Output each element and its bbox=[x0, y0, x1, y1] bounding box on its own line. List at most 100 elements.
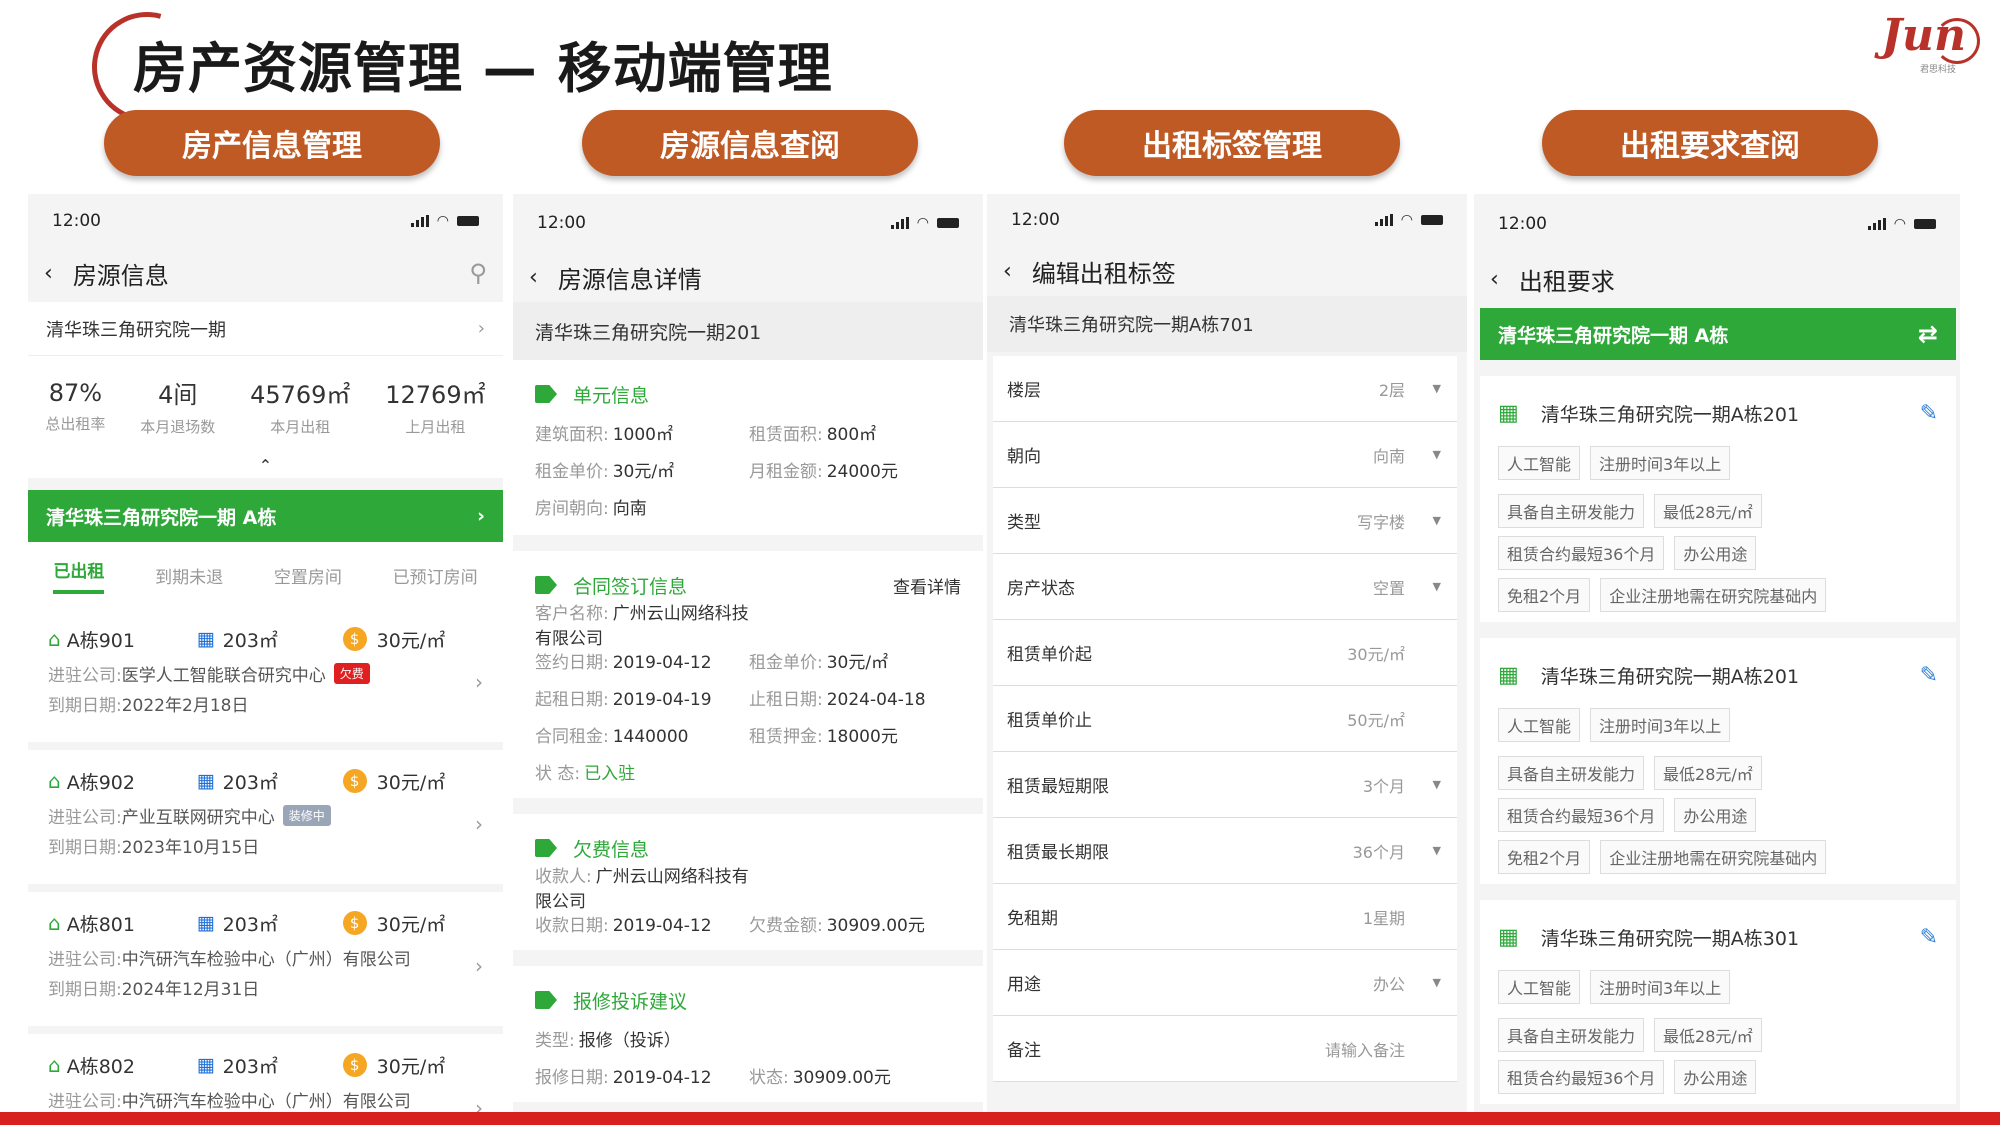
tag-field-value: 30元/㎡ bbox=[1347, 644, 1405, 664]
chip-row: 租赁合约最短36个月 办公用途 bbox=[1498, 536, 1938, 570]
tag-field[interactable]: 租赁最短期限 3个月 ▼ bbox=[993, 752, 1457, 818]
requirement-chip: 企业注册地需在研究院基础内 bbox=[1600, 578, 1827, 612]
tab-expired[interactable]: 到期未退 bbox=[155, 563, 223, 588]
area-icon: ▦ bbox=[196, 628, 215, 650]
signal-icon bbox=[890, 217, 909, 229]
field-label: 建筑面积: bbox=[535, 425, 609, 445]
tag-field[interactable]: 朝向 向南 ▼ bbox=[993, 422, 1457, 488]
field-row: 建筑面积: 1000㎡ 租赁面积: 800㎡ bbox=[535, 414, 961, 451]
tab-vacant[interactable]: 空置房间 bbox=[274, 563, 342, 588]
field-label: 合同租金: bbox=[535, 727, 609, 747]
nav-bar: ‹ 房源信息 ⚲ bbox=[28, 248, 503, 298]
unit-number: A栋801 bbox=[66, 913, 135, 936]
phone-listing-detail: 12:00 ◠ ‹ 房源信息详情 清华珠三角研究院一期201 单元信息 建筑面积… bbox=[513, 194, 983, 1112]
tag-field[interactable]: 免租期 1星期 bbox=[993, 884, 1457, 950]
switch-icon[interactable]: ⇄ bbox=[1918, 320, 1938, 348]
tag-field-label: 房产状态 bbox=[1007, 579, 1075, 599]
tag-field[interactable]: 租赁单价起 30元/㎡ bbox=[993, 620, 1457, 686]
field-label: 状态: bbox=[749, 1068, 789, 1088]
company-label: 进驻公司: bbox=[48, 1091, 122, 1112]
requirement-card[interactable]: ▦ 清华珠三角研究院一期A栋201 ✎ 人工智能 注册时间3年以上 具备自主研发能力 最低2… bbox=[1480, 376, 1956, 622]
battery-icon bbox=[457, 216, 479, 226]
field-row: 合同租金: 1440000 租赁押金: 18000元 bbox=[535, 716, 961, 753]
field-row: 客户名称: 广州云山网络科技有限公司 bbox=[535, 604, 961, 649]
requirement-card[interactable]: ▦ 清华珠三角研究院一期A栋301 ✎ 人工智能 注册时间3年以上 具备自主研发能力 最低2… bbox=[1480, 900, 1956, 1104]
tag-field[interactable]: 房产状态 空置 ▼ bbox=[993, 554, 1457, 620]
field-value: 1440000 bbox=[612, 727, 689, 747]
tag-field[interactable]: 租赁单价止 50元/㎡ bbox=[993, 686, 1457, 752]
unit-number: A栋901 bbox=[66, 629, 135, 652]
field-row: 报修日期: 2019-04-12 状态: 30909.00元 bbox=[535, 1057, 961, 1094]
signal-icon bbox=[1374, 214, 1393, 226]
unit-card[interactable]: ⌂ A栋902 ▦ 203㎡ $30元/㎡ 进驻公司: 产业互联网研究中心 装修中 到期日期: 2… bbox=[28, 750, 503, 884]
stat-item: 45769㎡ 本月出租 bbox=[250, 381, 351, 436]
unit-card[interactable]: ⌂ A栋901 ▦ 203㎡ $30元/㎡ 进驻公司: 医学人工智能联合研究中心 欠费 到期日期… bbox=[28, 608, 503, 742]
requirement-room: 清华珠三角研究院一期A栋301 bbox=[1540, 927, 1800, 950]
tab-reserved[interactable]: 已预订房间 bbox=[393, 563, 478, 588]
chip-row: 免租2个月 企业注册地需在研究院基础内 bbox=[1498, 840, 1938, 874]
field-label: 租金单价: bbox=[535, 462, 609, 482]
edit-icon[interactable]: ✎ bbox=[1920, 925, 1938, 950]
field-label: 租金单价: bbox=[749, 653, 823, 673]
project-selector[interactable]: 清华珠三角研究院一期 › bbox=[28, 302, 503, 356]
tag-field-label: 用途 bbox=[1007, 975, 1041, 995]
unit-card[interactable]: ⌂ A栋802 ▦ 203㎡ $30元/㎡ 进驻公司: 中汽研汽车检验中心（广州）有限公司 › bbox=[28, 1034, 503, 1112]
chip-row: 具备自主研发能力 最低28元/㎡ bbox=[1498, 756, 1938, 790]
requirement-chip: 注册时间3年以上 bbox=[1590, 446, 1731, 480]
dropdown-arrow-icon: ▼ bbox=[1432, 514, 1441, 527]
requirement-header: ▦ 清华珠三角研究院一期A栋201 ✎ bbox=[1498, 650, 1938, 700]
unit-area: 203㎡ bbox=[222, 913, 278, 936]
back-icon[interactable]: ‹ bbox=[44, 261, 53, 286]
phone-rental-requirements: 12:00 ◠ ‹ 出租要求 清华珠三角研究院一期 A栋 ⇄ ▦ 清华珠三角研究院一… bbox=[1474, 194, 1960, 1112]
tag-field[interactable]: 备注 请输入备注 bbox=[993, 1016, 1457, 1082]
tag-field-value: 50元/㎡ bbox=[1347, 710, 1405, 730]
requirement-chip: 企业注册地需在研究院基础内 bbox=[1600, 840, 1827, 874]
company-label: 进驻公司: bbox=[48, 949, 122, 970]
due-date-label: 到期日期: bbox=[48, 695, 122, 716]
field-label: 房间朝向: bbox=[535, 499, 609, 519]
tag-field-label: 朝向 bbox=[1007, 447, 1041, 467]
tag-field[interactable]: 楼层 2层 ▼ bbox=[993, 356, 1457, 422]
wifi-icon: ◠ bbox=[436, 213, 449, 229]
page-title: 编辑出租标签 bbox=[1031, 259, 1176, 288]
field-label: 欠费金额: bbox=[749, 916, 823, 936]
tab-rented[interactable]: 已出租 bbox=[53, 557, 105, 594]
tag-field[interactable]: 用途 办公 ▼ bbox=[993, 950, 1457, 1016]
dropdown-arrow-icon: ▼ bbox=[1432, 844, 1441, 857]
field-row: 房间朝向: 向南 bbox=[535, 488, 961, 525]
back-icon[interactable]: ‹ bbox=[529, 265, 538, 290]
collapse-icon[interactable]: ⌃ bbox=[28, 456, 503, 478]
building-selector[interactable]: 清华珠三角研究院一期 A栋 › bbox=[28, 490, 503, 542]
nav-bar: ‹ 出租要求 bbox=[1474, 254, 1960, 304]
status-bar: 12:00 ◠ bbox=[513, 194, 983, 252]
edit-icon[interactable]: ✎ bbox=[1920, 401, 1938, 426]
view-details-link[interactable]: 查看详情 bbox=[893, 573, 961, 598]
tag-field-label: 免租期 bbox=[1007, 909, 1058, 929]
requirement-chip: 具备自主研发能力 bbox=[1498, 1018, 1645, 1052]
requirement-card[interactable]: ▦ 清华珠三角研究院一期A栋201 ✎ 人工智能 注册时间3年以上 具备自主研发能力 最低2… bbox=[1480, 638, 1956, 884]
pill-rental-tags: 出租标签管理 bbox=[1064, 110, 1400, 176]
requirement-chip: 最低28元/㎡ bbox=[1654, 1018, 1762, 1052]
company-label: 进驻公司: bbox=[48, 807, 122, 828]
company-name: 中汽研汽车检验中心（广州）有限公司 bbox=[121, 949, 411, 970]
chevron-right-icon: › bbox=[477, 318, 485, 339]
unit-area: 203㎡ bbox=[222, 1055, 278, 1078]
chevron-right-icon: › bbox=[475, 812, 483, 836]
pill-property-info: 房产信息管理 bbox=[104, 110, 440, 176]
tag-field[interactable]: 租赁最长期限 36个月 ▼ bbox=[993, 818, 1457, 884]
building-switcher[interactable]: 清华珠三角研究院一期 A栋 ⇄ bbox=[1480, 308, 1956, 360]
back-icon[interactable]: ‹ bbox=[1490, 267, 1499, 292]
search-icon[interactable]: ⚲ bbox=[469, 259, 487, 287]
unit-card[interactable]: ⌂ A栋801 ▦ 203㎡ $30元/㎡ 进驻公司: 中汽研汽车检验中心（广州）有限公司到… bbox=[28, 892, 503, 1026]
requirement-chip: 最低28元/㎡ bbox=[1654, 494, 1762, 528]
back-icon[interactable]: ‹ bbox=[1003, 259, 1012, 284]
dropdown-arrow-icon: ▼ bbox=[1432, 448, 1441, 461]
chevron-right-icon: › bbox=[475, 954, 483, 978]
company-name: 中汽研汽车检验中心（广州）有限公司 bbox=[121, 1091, 411, 1112]
status-badge: 欠费 bbox=[333, 662, 370, 684]
tag-field[interactable]: 类型 写字楼 ▼ bbox=[993, 488, 1457, 554]
requirement-chip: 人工智能 bbox=[1498, 970, 1581, 1004]
unit-price: 30元/㎡ bbox=[376, 913, 446, 936]
chevron-right-icon: › bbox=[477, 505, 485, 527]
edit-icon[interactable]: ✎ bbox=[1920, 663, 1938, 688]
